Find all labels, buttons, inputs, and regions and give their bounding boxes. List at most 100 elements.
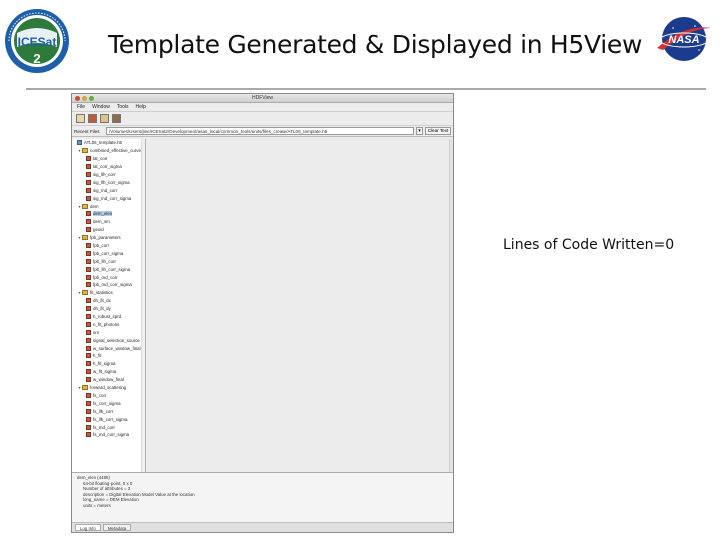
tab-log-info[interactable]: Log Info [75, 524, 101, 531]
tree-item-dataset[interactable]: dem_elev [72, 210, 145, 218]
tree-item-group[interactable]: ▾ combined_effective_curve [72, 147, 145, 155]
tree-item-dataset[interactable]: fpb_corr [72, 242, 145, 250]
tree-item-dataset[interactable]: fs_md_corr_sigma [72, 431, 145, 439]
dataset-icon [86, 392, 91, 398]
tree-item-label: sig_md_corr [93, 187, 118, 193]
dataset-icon [86, 219, 91, 225]
tree-item-file[interactable]: ATL06_template.h5 [72, 139, 145, 147]
dataset-icon [86, 337, 91, 343]
folder-icon [82, 148, 88, 154]
content-scrollbar[interactable] [449, 139, 453, 472]
tree-item-label: w_surface_window_final [93, 345, 141, 351]
dataset-icon [86, 353, 91, 359]
file-path-input[interactable]: /Volumes/Users/jlee/ICESat2/Development/… [106, 127, 414, 135]
dataset-icon [86, 361, 91, 367]
svg-text:NASA: NASA [668, 34, 699, 46]
tree-scrollbar[interactable] [141, 139, 145, 472]
tree-item-group[interactable]: ▾ fpb_parameters [72, 234, 145, 242]
slide-title: Template Generated & Displayed in H5View [108, 30, 643, 59]
menu-file[interactable]: File [77, 104, 85, 110]
window-title: HDFView [251, 95, 274, 101]
tree-item-dataset[interactable]: fs_corr_sigma [72, 399, 145, 407]
tree-item-dataset[interactable]: fpb_md_corr [72, 273, 145, 281]
dataset-icon [86, 258, 91, 264]
tree-item-dataset[interactable]: sig_md_corr [72, 186, 145, 194]
tree-item-label: fs_corr_sigma [93, 400, 121, 406]
tree-item-dataset[interactable]: n_fit_photons [72, 320, 145, 328]
tree-item-dataset[interactable]: w_fit_sigma [72, 368, 145, 376]
tree-item-label: fpb_parameters [90, 235, 121, 241]
dataset-icon [86, 416, 91, 422]
help-icon[interactable] [112, 114, 121, 123]
tree-item-group[interactable]: ▾ fit_statistics [72, 289, 145, 297]
dataset-icon [86, 377, 91, 383]
tree-item-label: fs_corr [93, 392, 107, 398]
dataset-icon [86, 282, 91, 288]
menu-help[interactable]: Help [136, 104, 146, 110]
tree-item-dataset[interactable]: fs_md_corr [72, 423, 145, 431]
tree-item-label: h_fit_sigma [93, 361, 116, 367]
dropdown-arrow-icon[interactable]: ▾ [416, 127, 423, 135]
tree-item-label: fpb_llh_corr [93, 258, 116, 264]
tab-metadata[interactable]: Metadata [102, 524, 132, 531]
dataset-icon [86, 298, 91, 304]
dataset-icon [86, 432, 91, 438]
dataset-icon [86, 156, 91, 162]
tree-item-dataset[interactable]: h_robust_sprd [72, 313, 145, 321]
dataset-icon [86, 314, 91, 320]
tree-item-dataset[interactable]: fs_llh_corr_sigma [72, 415, 145, 423]
tree-item-dataset[interactable]: lat_corr [72, 155, 145, 163]
tree-item-group[interactable]: ▾ forward_scattering [72, 384, 145, 392]
tree-item-dataset[interactable]: fs_llh_corr [72, 407, 145, 415]
tree-item-dataset[interactable]: sig_md_corr_sigma [72, 194, 145, 202]
tree-item-dataset[interactable]: fpb_llh_corr [72, 257, 145, 265]
recent-files-bar: Recent Files /Volumes/Users/jlee/ICESat2… [72, 126, 453, 137]
tree-item-dataset[interactable]: dem_sm [72, 218, 145, 226]
tree-item-dataset[interactable]: fs_corr [72, 392, 145, 400]
tree-item-dataset[interactable]: dh_fit_dy [72, 305, 145, 313]
tree-item-label: w_window_final [93, 377, 124, 383]
hdf-file-icon [77, 140, 82, 146]
menu-window[interactable]: Window [92, 104, 110, 110]
tree-item-dataset[interactable]: w_window_final [72, 376, 145, 384]
window-title-bar[interactable]: HDFView [72, 94, 453, 103]
clear-text-button[interactable]: Clear Text [425, 127, 451, 135]
open-file-icon[interactable] [76, 114, 85, 123]
tree-item-label: lat_corr_sigma [93, 164, 122, 170]
folder-icon [82, 235, 88, 241]
tree-item-label: h_fit [93, 353, 102, 359]
dataset-icon [86, 274, 91, 280]
tree-item-label: dh_fit_dx [93, 298, 111, 304]
dataset-icon [86, 187, 91, 193]
tree-item-label: fs_md_corr_sigma [93, 432, 130, 438]
tree-item-label: dem_elev [93, 211, 113, 217]
toolbar [72, 112, 453, 126]
lines-of-code-note: Lines of Code Written=0 [503, 237, 675, 253]
menu-tools[interactable]: Tools [117, 104, 129, 110]
dataset-icon [86, 321, 91, 327]
save-file-icon[interactable] [88, 114, 97, 123]
tree-item-dataset[interactable]: fpb_corr_sigma [72, 249, 145, 257]
tree-item-dataset[interactable]: geoid [72, 226, 145, 234]
tree-item-label: w_fit_sigma [93, 369, 117, 375]
dataset-icon [86, 306, 91, 312]
tree-item-dataset[interactable]: fpb_llh_corr_sigma [72, 265, 145, 273]
tree-item-dataset[interactable]: h_fit_sigma [72, 360, 145, 368]
tree-item-dataset[interactable]: lat_corr_sigma [72, 163, 145, 171]
tree-item-dataset[interactable]: dh_fit_dx [72, 297, 145, 305]
tree-item-label: snr [93, 329, 100, 335]
tree-item-dataset[interactable]: h_fit [72, 352, 145, 360]
file-tree[interactable]: ATL06_template.h5 ▾ combined_effective_cur… [72, 139, 146, 472]
tree-item-dataset[interactable]: sig_llh_corr [72, 171, 145, 179]
tree-item-dataset[interactable]: w_surface_window_final [72, 344, 145, 352]
tree-item-dataset[interactable]: snr [72, 328, 145, 336]
image-icon[interactable] [100, 114, 109, 123]
tree-item-dataset[interactable]: fpb_md_corr_sigma [72, 281, 145, 289]
tree-item-label: fpb_corr_sigma [93, 250, 124, 256]
tree-item-label: fpb_corr [93, 243, 110, 249]
dataset-icon [86, 179, 91, 185]
tree-item-dataset[interactable]: signal_selection_source [72, 336, 145, 344]
tree-item-label: geoid [93, 227, 104, 233]
tree-item-group[interactable]: ▾ dem [72, 202, 145, 210]
tree-item-dataset[interactable]: sig_llh_corr_sigma [72, 178, 145, 186]
